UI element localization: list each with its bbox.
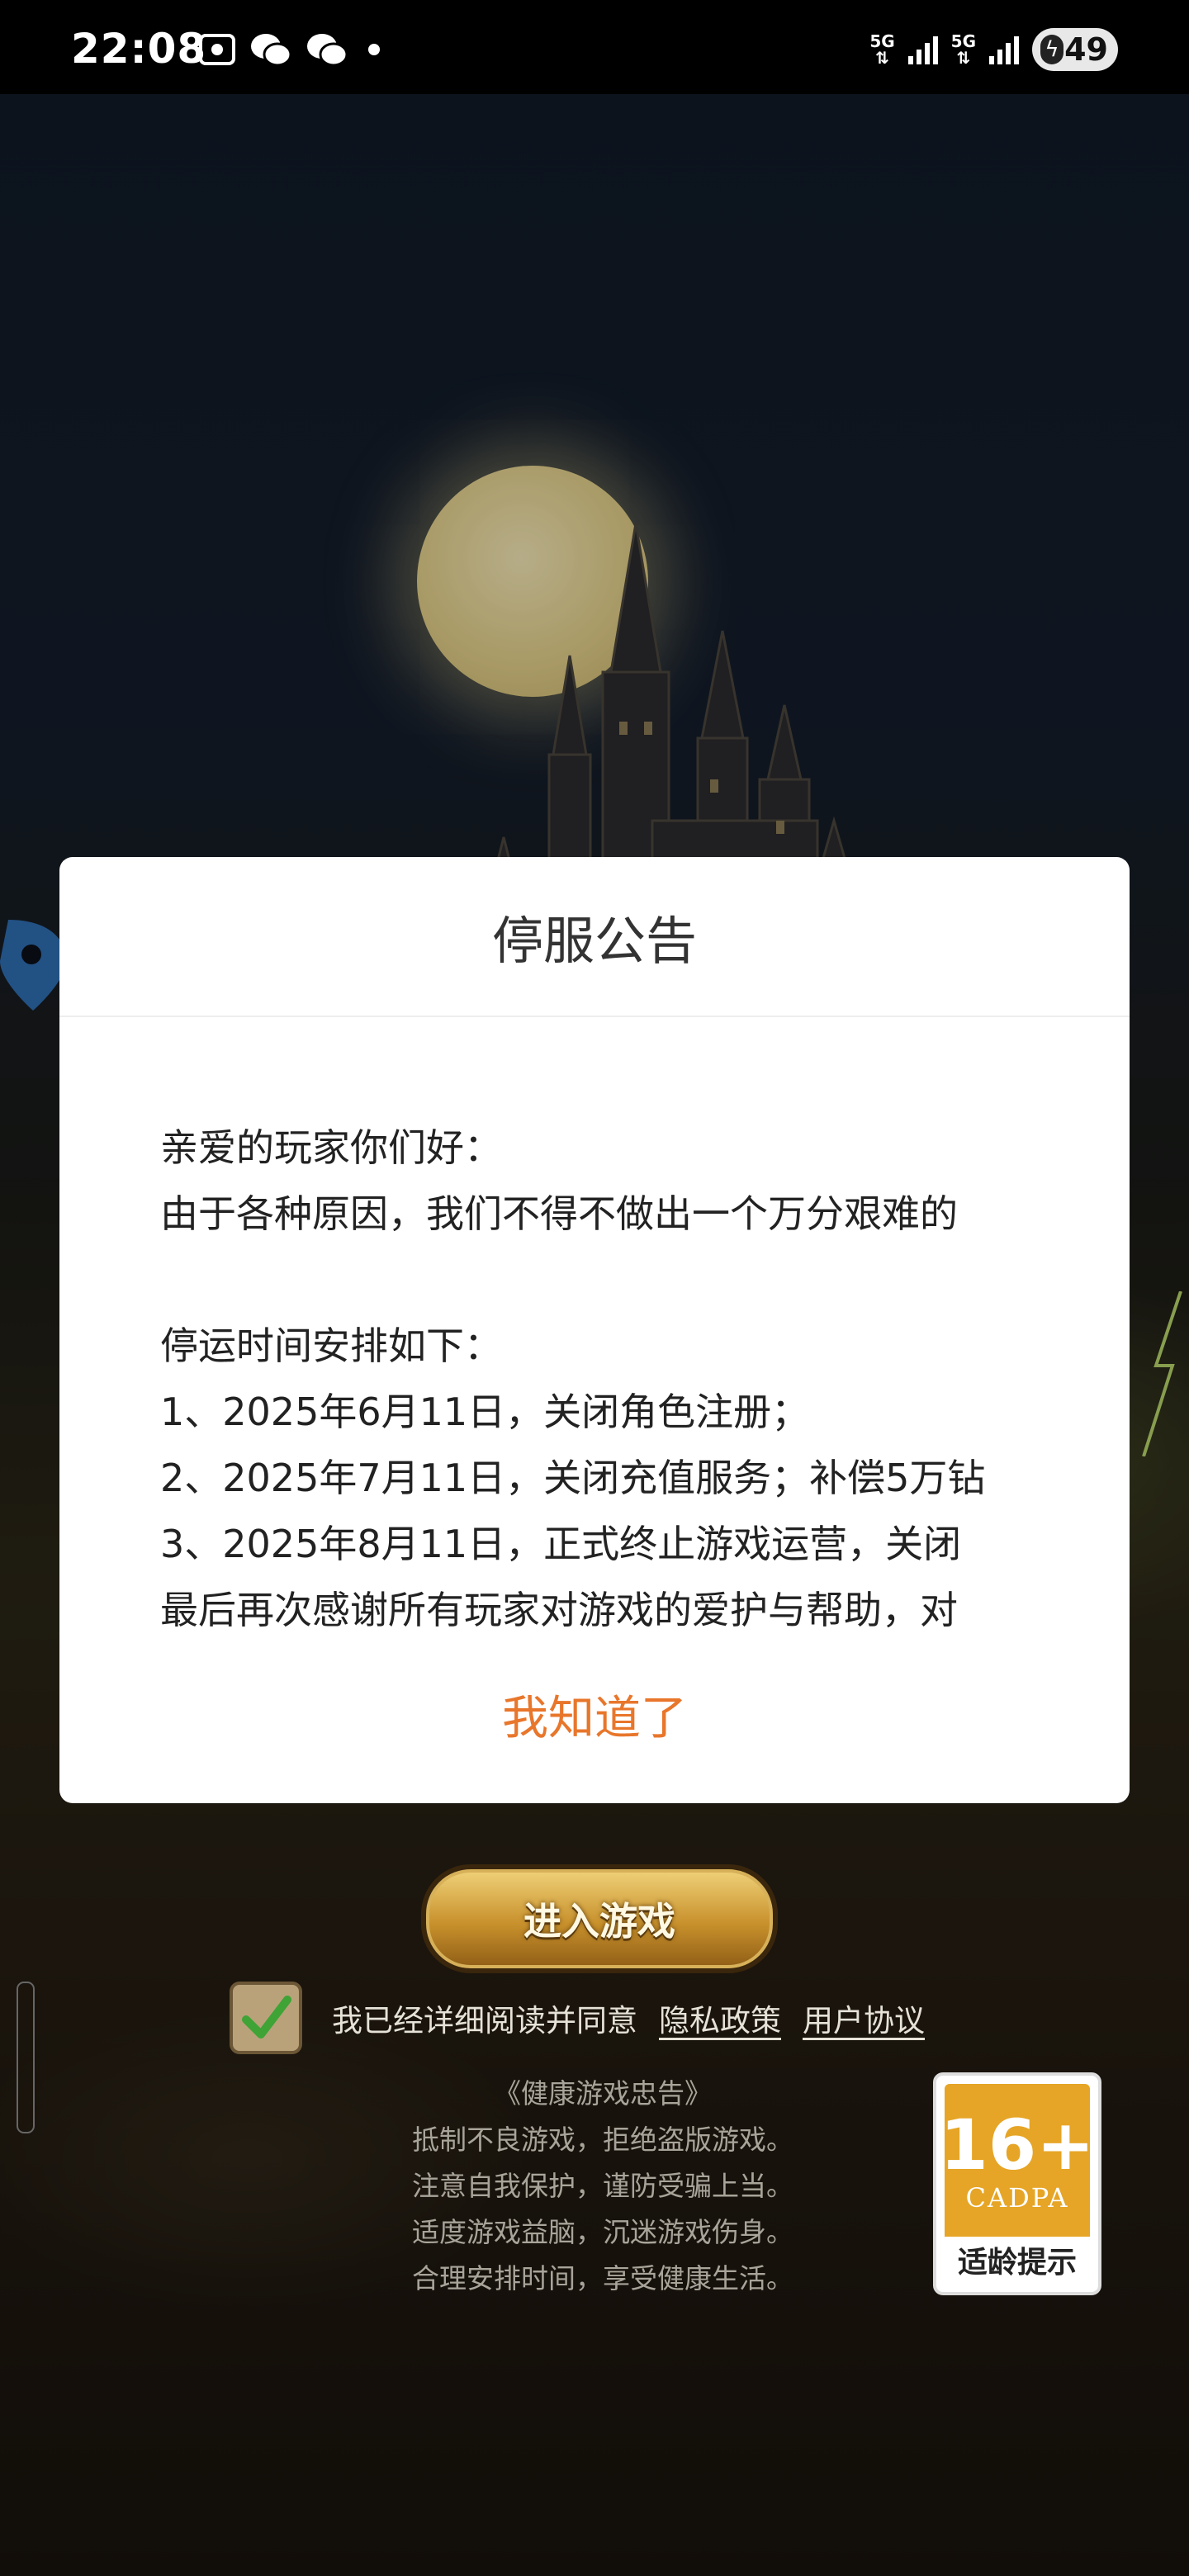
screenshot-icon: [199, 34, 235, 65]
status-time: 22:08: [71, 25, 207, 73]
network-type-1: 5G ⇅: [869, 33, 894, 66]
battery-charging-icon: ϟ: [1040, 35, 1063, 64]
agree-text: 我已经详细阅读并同意: [332, 2003, 637, 2039]
battery-indicator: ϟ 49: [1032, 28, 1118, 71]
age-rating-number: 16+: [940, 2104, 1095, 2185]
network-type-2: 5G ⇅: [951, 33, 976, 66]
dialog-line: 2、2025年7月11日，关闭充值服务；补偿5万钻: [160, 1456, 986, 1500]
agree-checkbox[interactable]: [230, 1982, 302, 2054]
data-arrows-icon: ⇅: [956, 48, 971, 68]
system-icons: 5G ⇅ 5G ⇅ ϟ 49: [869, 28, 1118, 71]
data-arrows-icon: ⇅: [875, 48, 889, 68]
wechat-icon: [251, 34, 292, 67]
health-advice: 《健康游戏忠告》 抵制不良游戏，拒绝盗版游戏。 注意自我保护，谨防受骗上当。 适…: [372, 2071, 834, 2302]
screen: 进入游戏 我已经详细阅读并同意 隐私政策 用户协议 《健康游戏忠告》 抵制不良游…: [0, 0, 1189, 2576]
health-advice-title: 《健康游戏忠告》: [494, 2077, 712, 2110]
notification-icons: [198, 31, 386, 68]
health-advice-line: 注意自我保护，谨防受骗上当。: [412, 2170, 793, 2202]
dialog-line: 1、2025年6月11日，关闭角色注册；: [160, 1390, 810, 1434]
confirm-button[interactable]: 我知道了: [59, 1674, 1130, 1754]
network-type-label: 5G: [869, 31, 895, 51]
dialog-line: 停运时间安排如下：: [160, 1324, 502, 1368]
privacy-policy-link[interactable]: 隐私政策: [659, 1996, 781, 2040]
dialog-body[interactable]: 亲爱的玩家你们好： 由于各种原因，我们不得不做出一个万分艰难的 停运时间安排如下…: [160, 1115, 1027, 1663]
signal-icon: [989, 36, 1019, 64]
dialog-line: 3、2025年8月11日，正式终止游戏运营，关闭: [160, 1522, 962, 1566]
dialog-line: 由于各种原因，我们不得不做出一个万分艰难的: [160, 1191, 958, 1236]
dialog-title: 停服公告: [59, 857, 1130, 1017]
dialog-line: [160, 1247, 1027, 1313]
network-type-label: 5G: [950, 31, 976, 51]
enter-game-button[interactable]: 进入游戏: [421, 1864, 778, 1973]
dialog-line: 最后再次感谢所有玩家对游戏的爱护与帮助，对: [160, 1588, 958, 1632]
wechat-icon: [307, 34, 348, 67]
age-rating-org: CADPA: [965, 2181, 1069, 2214]
age-rating-badge[interactable]: 16+ CADPA 适龄提示: [933, 2072, 1101, 2295]
agreement-row: 我已经详细阅读并同意 隐私政策 用户协议: [230, 1982, 925, 2054]
battery-level: 49: [1064, 31, 1108, 68]
status-bar: 22:08 5G ⇅ 5G ⇅ ϟ 49: [0, 0, 1189, 94]
dot-icon: [368, 44, 380, 55]
side-handle[interactable]: [17, 1982, 35, 2133]
user-agreement-link[interactable]: 用户协议: [803, 1996, 925, 2040]
shutdown-notice-dialog: 停服公告 亲爱的玩家你们好： 由于各种原因，我们不得不做出一个万分艰难的 停运时…: [59, 857, 1130, 1803]
checkmark-icon: [242, 1996, 291, 2039]
health-advice-line: 适度游戏益脑，沉迷游戏伤身。: [412, 2216, 793, 2248]
dialog-line: 亲爱的玩家你们好：: [160, 1125, 502, 1170]
age-rating-label: 适龄提示: [957, 2246, 1077, 2280]
health-advice-line: 合理安排时间，享受健康生活。: [412, 2262, 793, 2294]
signal-icon: [907, 36, 938, 64]
health-advice-line: 抵制不良游戏，拒绝盗版游戏。: [412, 2124, 793, 2156]
